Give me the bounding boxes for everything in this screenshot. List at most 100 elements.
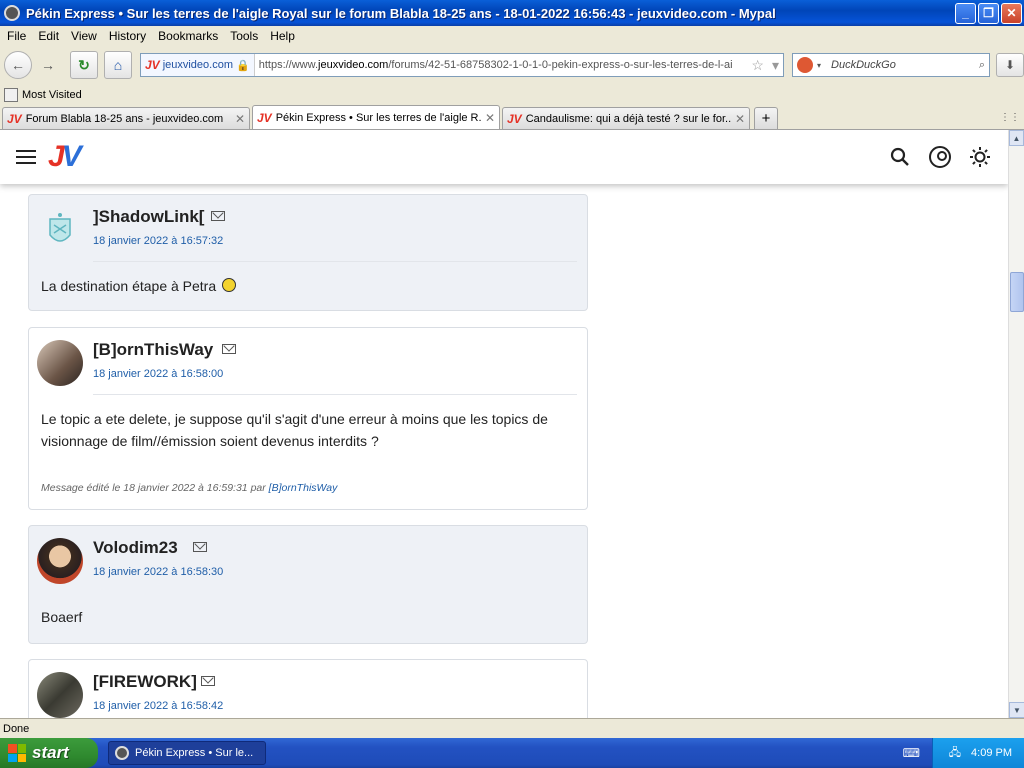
tab-label: Pékin Express • Sur les terres de l'aigl… — [275, 111, 481, 124]
start-button[interactable]: start — [0, 738, 98, 768]
search-input[interactable]: DuckDuckGo — [821, 59, 979, 71]
windows-taskbar: start Pékin Express • Sur le... ⌨ 🖧 4:09… — [0, 738, 1024, 768]
post-author[interactable]: [B]ornThisWay — [93, 340, 213, 360]
post-date[interactable]: 18 janvier 2022 à 16:58:00 — [93, 368, 223, 380]
scroll-up-icon[interactable]: ▲ — [1009, 130, 1024, 146]
post-message: La destination étape à Petra — [41, 275, 573, 297]
close-tab-icon[interactable]: ✕ — [485, 111, 495, 125]
menu-edit[interactable]: Edit — [34, 29, 67, 43]
most-visited-link[interactable]: Most Visited — [22, 89, 82, 101]
minimize-button[interactable]: _ — [955, 2, 976, 24]
downloads-button[interactable]: ⬇ — [996, 53, 1024, 77]
post-author[interactable]: Volodim23 — [93, 538, 178, 558]
scrollbar-thumb[interactable] — [1010, 272, 1024, 312]
site-identity[interactable]: JV jeuxvideo.com 🔒 — [141, 54, 255, 76]
avatar[interactable] — [37, 672, 83, 718]
hamburger-menu-icon[interactable] — [16, 146, 36, 168]
smiley-icon — [222, 278, 237, 292]
forum-post: [FIREWORK] 18 janvier 2022 à 16:58:42 — [28, 659, 588, 718]
mail-icon[interactable] — [193, 542, 207, 552]
tab-strip: JV Forum Blabla 18-25 ans - jeuxvideo.co… — [0, 105, 1024, 130]
maximize-button[interactable]: ❐ — [978, 2, 999, 24]
account-icon[interactable] — [928, 145, 952, 169]
duckduckgo-icon[interactable] — [797, 57, 813, 73]
edited-notice: Message édité le 18 janvier 2022 à 16:59… — [41, 482, 338, 494]
mail-icon[interactable] — [201, 676, 215, 686]
post-date[interactable]: 18 janvier 2022 à 16:57:32 — [93, 235, 223, 247]
theme-toggle-sun-icon[interactable] — [968, 145, 992, 169]
close-button[interactable]: ✕ — [1001, 2, 1022, 24]
avatar[interactable] — [37, 340, 83, 386]
window-title: Pékin Express • Sur les terres de l'aigl… — [26, 5, 776, 21]
most-visited-icon — [4, 87, 18, 102]
back-arrow-icon: ← — [11, 57, 25, 73]
post-message: Boaerf — [41, 609, 83, 625]
start-label: start — [32, 743, 69, 762]
tab-candaulisme[interactable]: JV Candaulisme: qui a déjà testé ? sur l… — [502, 107, 750, 129]
menu-view[interactable]: View — [67, 29, 105, 43]
menu-file[interactable]: File — [3, 29, 34, 43]
tab-pekin-express[interactable]: JV Pékin Express • Sur les terres de l'a… — [252, 105, 500, 129]
menu-history[interactable]: History — [105, 29, 154, 43]
forum-post: [B]ornThisWay 18 janvier 2022 à 16:58:00… — [28, 327, 588, 510]
bookmark-star-icon[interactable]: ☆ — [747, 57, 768, 74]
taskbar-window-label: Pékin Express • Sur le... — [135, 747, 254, 759]
url-bar[interactable]: JV jeuxvideo.com 🔒 https://www.jeuxvideo… — [140, 53, 784, 77]
forum-messages: ]ShadowLink[ 18 janvier 2022 à 16:57:32 … — [0, 184, 1008, 718]
search-icon[interactable] — [888, 145, 912, 169]
close-tab-icon[interactable]: ✕ — [235, 112, 245, 126]
edited-by-user[interactable]: [B]ornThisWay — [269, 482, 338, 494]
lock-icon: 🔒 — [236, 59, 250, 72]
url-dropdown-icon[interactable]: ▾ — [768, 57, 783, 74]
status-text: Done — [3, 722, 30, 735]
vertical-scrollbar[interactable]: ▲ ▼ — [1008, 130, 1024, 718]
search-icon[interactable]: ⌕ — [979, 59, 989, 72]
forward-arrow-icon: → — [41, 57, 55, 73]
forward-button[interactable]: → — [34, 51, 62, 79]
menu-bookmarks[interactable]: Bookmarks — [154, 29, 226, 43]
post-author[interactable]: ]ShadowLink[ — [93, 207, 204, 227]
jv-logo[interactable]: JV — [48, 140, 82, 174]
forum-post: Volodim23 18 janvier 2022 à 16:58:30 Boa… — [28, 525, 588, 644]
clock[interactable]: 4:09 PM — [971, 747, 1012, 759]
jv-favicon-icon: JV — [7, 111, 22, 126]
window-title-bar: Pékin Express • Sur les terres de l'aigl… — [0, 0, 1024, 26]
windows-flag-icon — [8, 744, 26, 762]
status-bar: Done — [0, 718, 1024, 738]
tab-list-icon[interactable]: ⋮⋮ — [1000, 112, 1020, 123]
mypal-app-icon — [4, 5, 20, 21]
divider — [93, 394, 577, 395]
jv-favicon-icon: JV — [257, 110, 272, 125]
forum-post: ]ShadowLink[ 18 janvier 2022 à 16:57:32 … — [28, 194, 588, 311]
tab-label: Candaulisme: qui a déjà testé ? sur le f… — [525, 112, 731, 125]
mail-icon[interactable] — [211, 211, 225, 221]
avatar[interactable] — [37, 538, 83, 584]
taskbar-window-mypal[interactable]: Pékin Express • Sur le... — [108, 741, 266, 765]
navigation-toolbar: ← → ↻ ⌂ JV jeuxvideo.com 🔒 https://www.j… — [0, 47, 1024, 83]
post-date[interactable]: 18 janvier 2022 à 16:58:30 — [93, 566, 223, 578]
keyboard-icon[interactable]: ⌨ — [903, 746, 920, 760]
tab-forum-blabla[interactable]: JV Forum Blabla 18-25 ans - jeuxvideo.co… — [2, 107, 250, 129]
site-identity-label: jeuxvideo.com — [162, 59, 234, 71]
home-button[interactable]: ⌂ — [104, 51, 132, 79]
scroll-down-icon[interactable]: ▼ — [1009, 702, 1024, 718]
mail-icon[interactable] — [222, 344, 236, 354]
network-icon[interactable]: 🖧 — [949, 744, 961, 763]
post-date[interactable]: 18 janvier 2022 à 16:58:42 — [93, 700, 223, 712]
post-author[interactable]: [FIREWORK] — [93, 672, 197, 692]
search-bar[interactable]: ▾ DuckDuckGo ⌕ — [792, 53, 990, 77]
jv-favicon-icon: JV — [507, 111, 522, 126]
reload-button[interactable]: ↻ — [70, 51, 98, 79]
menu-tools[interactable]: Tools — [226, 29, 266, 43]
page-viewport: JV ]ShadowLink[ 18 janvier 2022 à 16:57:… — [0, 130, 1008, 718]
bookmarks-toolbar: Most Visited — [0, 84, 1024, 105]
close-tab-icon[interactable]: ✕ — [735, 112, 745, 126]
back-button[interactable]: ← — [4, 51, 32, 79]
menu-help[interactable]: Help — [266, 29, 303, 43]
avatar[interactable] — [37, 207, 83, 253]
menu-bar: File Edit View History Bookmarks Tools H… — [0, 26, 1024, 46]
new-tab-button[interactable]: + — [754, 107, 778, 129]
url-text[interactable]: https://www.jeuxvideo.com/forums/42-51-6… — [255, 59, 748, 71]
plus-icon: + — [761, 110, 771, 127]
divider — [93, 261, 577, 262]
